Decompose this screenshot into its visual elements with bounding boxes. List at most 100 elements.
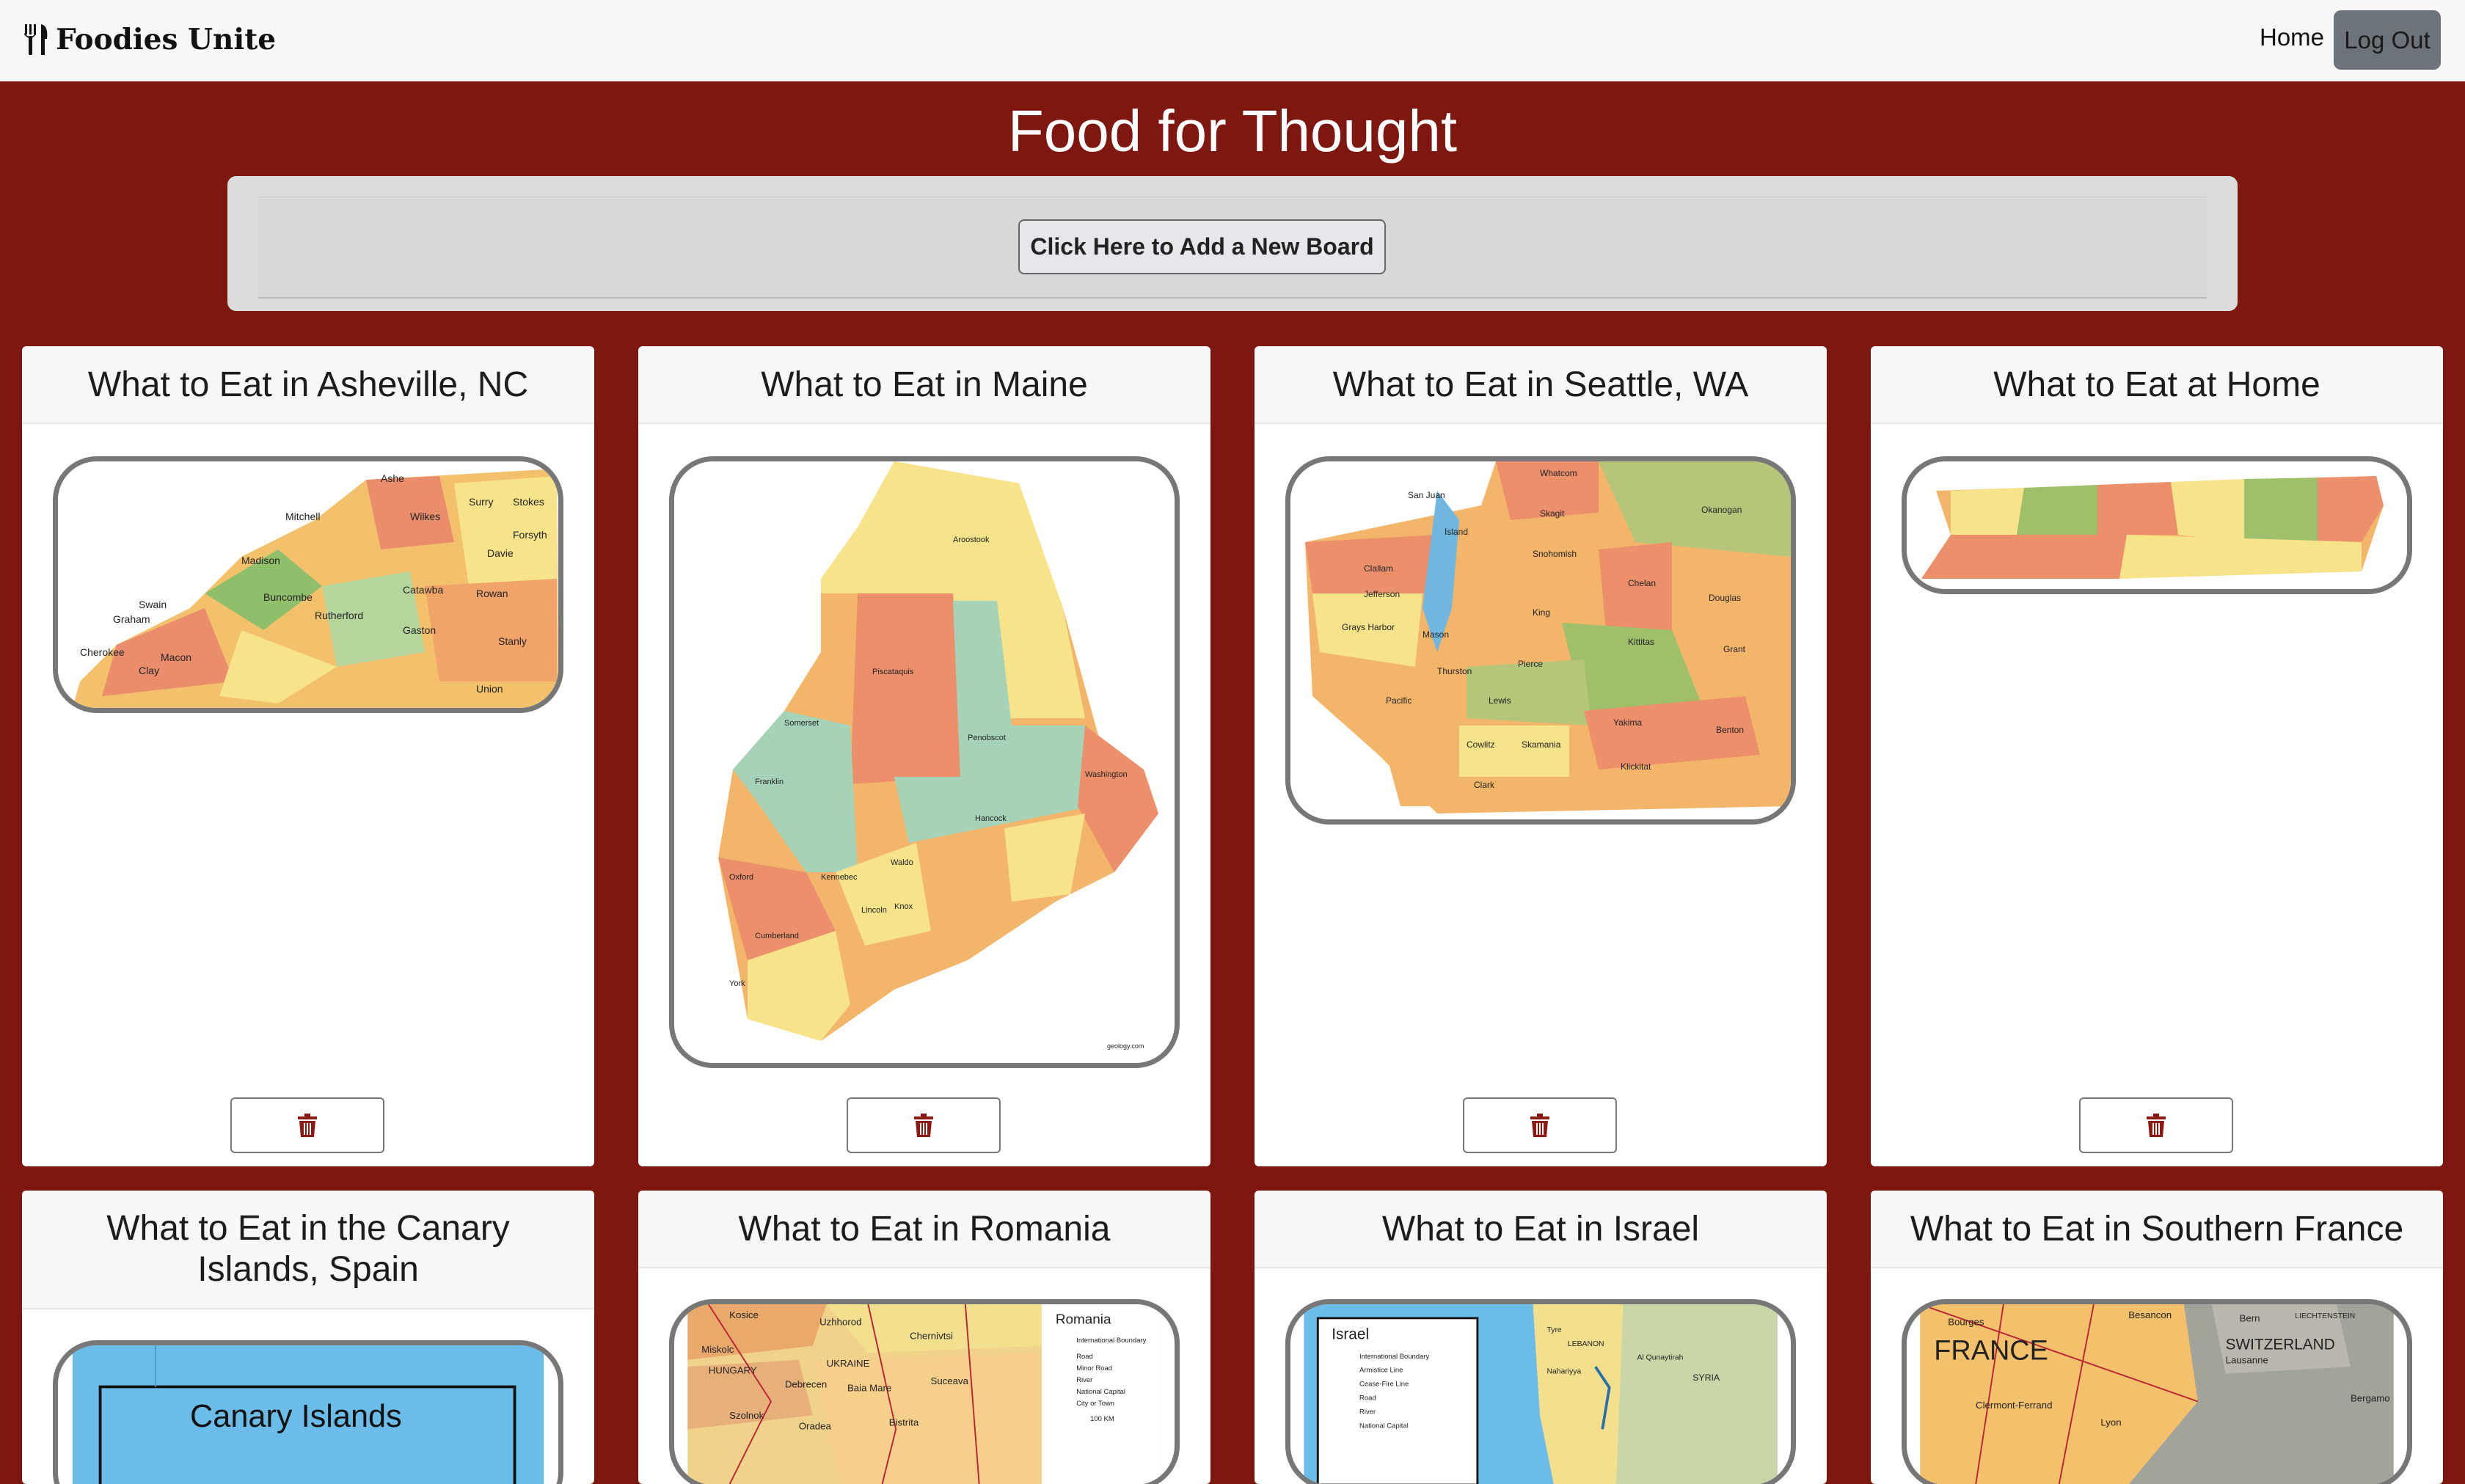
board-title[interactable]: What to Eat in Seattle, WA: [1255, 346, 1827, 424]
map-label: San Juan: [1408, 490, 1445, 500]
board-title[interactable]: What to Eat in Asheville, NC: [22, 346, 594, 424]
add-board-button[interactable]: Click Here to Add a New Board: [1018, 219, 1386, 274]
map-label: Hancock: [975, 814, 1007, 823]
map-label: Somerset: [784, 719, 819, 728]
map-label: Besancon: [2128, 1309, 2172, 1320]
board-title[interactable]: What to Eat in Romania: [638, 1191, 1210, 1268]
map-label: Penobscot: [968, 734, 1006, 742]
board-image[interactable]: Ashe Mitchell Wilkes Surry Stokes Forsyt…: [53, 456, 563, 713]
delete-board-button[interactable]: [230, 1097, 384, 1153]
map-label: HUNGARY: [709, 1365, 757, 1376]
map-label: Wilkes: [410, 511, 440, 522]
map-label: Miskolc: [701, 1344, 734, 1355]
map-southern-france: FRANCE SWITZERLAND Bern Lausanne Besanco…: [1907, 1304, 2407, 1484]
map-label: Bern: [2240, 1313, 2260, 1324]
board-image[interactable]: Canary Islands: [53, 1340, 563, 1484]
board-title[interactable]: What to Eat at Home: [1871, 346, 2443, 424]
map-label: Rowan: [476, 588, 508, 599]
board-image[interactable]: FRANCE SWITZERLAND Bern Lausanne Besanco…: [1902, 1299, 2412, 1484]
board-title[interactable]: What to Eat in Israel: [1255, 1191, 1827, 1268]
trash-icon: [1530, 1114, 1549, 1137]
map-label: Waldo: [891, 858, 913, 867]
map-label: Grays Harbor: [1342, 622, 1395, 632]
board-card: What to Eat in the Canary Islands, Spain…: [22, 1191, 594, 1484]
map-label: Island: [1445, 527, 1468, 537]
map-label: Lausanne: [2226, 1354, 2268, 1365]
board-card: What to Eat in Israel Israel Internation…: [1255, 1191, 1827, 1484]
map-label: International Boundary: [1359, 1353, 1429, 1361]
page-title: Food for Thought: [0, 91, 2465, 172]
board-card: What to Eat in Romania Romania Kosice Uz…: [638, 1191, 1210, 1484]
board-title[interactable]: What to Eat in Southern France: [1871, 1191, 2443, 1268]
board-image[interactable]: Israel International Boundary Armistice …: [1285, 1299, 1796, 1484]
map-label: Israel: [1332, 1326, 1369, 1342]
map-label: Chernivtsi: [910, 1330, 953, 1341]
logout-button[interactable]: Log Out: [2334, 10, 2441, 70]
board-image[interactable]: Aroostook Piscataquis Somerset Penobscot…: [669, 456, 1180, 1068]
map-label: Bourges: [1948, 1316, 1984, 1327]
board-card: What to Eat in Asheville, NC Ashe Mitche…: [22, 346, 594, 1166]
map-label: Clallam: [1364, 563, 1393, 574]
map-label: Debrecen: [785, 1379, 827, 1390]
map-home: [1907, 461, 2407, 589]
map-label: National Capital: [1076, 1388, 1125, 1396]
map-seattle-wa: Whatcom San Juan Skagit Okanogan Island …: [1290, 461, 1791, 819]
map-label: National Capital: [1359, 1422, 1409, 1430]
board-image[interactable]: Whatcom San Juan Skagit Okanogan Island …: [1285, 456, 1796, 825]
map-label: Uzhhorod: [819, 1316, 861, 1327]
map-label: Catawba: [403, 584, 443, 596]
map-label: Buncombe: [263, 591, 313, 603]
map-label: Cowlitz: [1467, 739, 1495, 750]
map-label: Benton: [1716, 725, 1744, 735]
map-label: Bergamo: [2351, 1392, 2390, 1403]
map-label: Pierce: [1518, 659, 1543, 669]
map-label: FRANCE: [1934, 1336, 2048, 1367]
map-label: Clermont-Ferrand: [1976, 1400, 2052, 1411]
map-label: Road: [1359, 1395, 1376, 1403]
map-label: International Boundary: [1076, 1337, 1146, 1345]
map-label: Jefferson: [1364, 589, 1400, 599]
map-label: Mitchell: [285, 511, 320, 522]
map-label: Kennebec: [821, 873, 858, 882]
map-label: Swain: [139, 599, 167, 610]
board-card: What to Eat in Maine Aroostook Piscataqu…: [638, 346, 1210, 1166]
map-label: SYRIA: [1692, 1372, 1720, 1383]
board-card: What to Eat in Seattle, WA Whatcom San J…: [1255, 346, 1827, 1166]
map-label: Chelan: [1628, 578, 1656, 588]
board-image[interactable]: [1902, 456, 2412, 594]
map-label: Nahariyya: [1547, 1368, 1582, 1376]
delete-board-button[interactable]: [1463, 1097, 1617, 1153]
board-title[interactable]: What to Eat in the Canary Islands, Spain: [22, 1191, 594, 1309]
map-label: LIECHTENSTEIN: [2295, 1312, 2355, 1320]
map-label: Clay: [139, 665, 159, 676]
map-maine: Aroostook Piscataquis Somerset Penobscot…: [674, 461, 1175, 1063]
brand[interactable]: Foodies Unite: [22, 19, 276, 60]
board-title[interactable]: What to Eat in Maine: [638, 346, 1210, 424]
map-label: Stanly: [498, 635, 527, 647]
map-label: Canary Islands: [190, 1399, 402, 1434]
map-label: geology.com: [1107, 1042, 1144, 1050]
delete-board-button[interactable]: [847, 1097, 1001, 1153]
map-israel: Israel International Boundary Armistice …: [1290, 1304, 1791, 1484]
map-label: Pacific: [1386, 695, 1412, 706]
trash-icon: [2147, 1114, 2166, 1137]
map-label: Baia Mare: [847, 1382, 891, 1393]
brand-name: Foodies Unite: [56, 23, 276, 56]
map-label: Knox: [894, 902, 913, 911]
board-image[interactable]: Romania Kosice Uzhhorod Chernivtsi Misko…: [669, 1299, 1180, 1484]
map-label: Armistice Line: [1359, 1367, 1403, 1375]
nav-home-link[interactable]: Home: [2260, 23, 2324, 51]
map-label: Whatcom: [1540, 468, 1577, 478]
map-label: Gaston: [403, 624, 436, 636]
map-label: Cumberland: [755, 932, 799, 940]
map-label: City or Town: [1076, 1400, 1114, 1408]
map-label: Road: [1076, 1353, 1093, 1361]
map-label: Skagit: [1540, 508, 1565, 519]
map-label: Grant: [1723, 644, 1746, 654]
delete-board-button[interactable]: [2079, 1097, 2233, 1153]
map-label: Tyre: [1547, 1326, 1562, 1334]
map-label: King: [1533, 607, 1550, 618]
map-label: Forsyth: [513, 529, 547, 541]
map-label: Stokes: [513, 496, 544, 508]
map-label: River: [1359, 1408, 1376, 1416]
